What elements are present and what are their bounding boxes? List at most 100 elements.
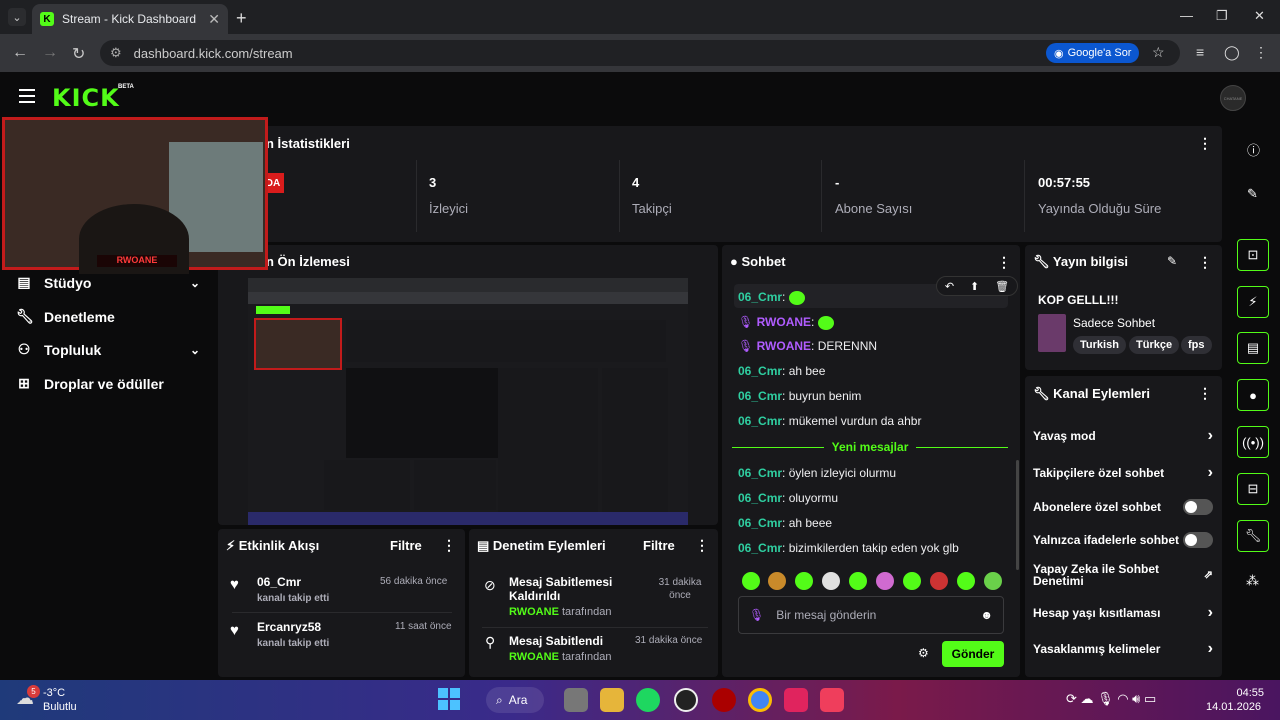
emote-icon[interactable] — [822, 572, 840, 590]
close-window-icon[interactable]: ✕ — [1254, 8, 1265, 24]
activity-menu-icon[interactable]: ⋮ — [442, 537, 456, 554]
emote-icon[interactable] — [903, 572, 921, 590]
info-icon[interactable]: ⓘ — [1247, 140, 1260, 159]
spotify-icon[interactable] — [636, 688, 660, 712]
slow-mode-row[interactable]: Yavaş mod › — [1033, 427, 1213, 445]
screenshot-icon[interactable]: ⊡ — [1237, 239, 1269, 271]
chat-username[interactable]: RWOANE — [757, 315, 811, 329]
tray-icons[interactable]: ⟳ ☁ 🎙︎ ◠ 🔊︎ ▭ — [1066, 691, 1156, 707]
sidebar-item-drops[interactable]: ⊞ Droplar ve ödüller — [16, 375, 200, 392]
moderator-name[interactable]: RWOANE — [509, 606, 559, 618]
sidebar-item-studio[interactable]: ▤ Stüdyo ⌄ — [16, 274, 200, 291]
browser-tab[interactable]: K Stream - Kick Dashboard ✕ — [32, 4, 228, 34]
chat-username[interactable]: 06_Cmr — [738, 414, 782, 428]
category-thumbnail[interactable] — [1038, 314, 1066, 352]
activity-user[interactable]: Ercanryz58 — [257, 620, 321, 634]
hamburger-menu-icon[interactable] — [19, 89, 35, 103]
chat-username[interactable]: 06_Cmr — [738, 364, 782, 378]
chat-username[interactable]: 06_Cmr — [738, 541, 782, 555]
chat-username[interactable]: 06_Cmr — [738, 466, 782, 480]
clock-time[interactable]: 04:55 — [1228, 687, 1264, 699]
chat-message[interactable]: 06_Cmr: — [738, 290, 805, 305]
activity-filter-button[interactable]: Filtre — [390, 538, 422, 553]
clock-date[interactable]: 14.01.2026 — [1206, 701, 1261, 713]
community-icon[interactable]: ⁂ — [1246, 573, 1259, 589]
moderation-menu-icon[interactable]: ⋮ — [695, 537, 709, 554]
layout-icon[interactable]: ⊟ — [1237, 473, 1269, 505]
tag-chip[interactable]: Turkish — [1073, 336, 1126, 354]
new-tab-icon[interactable]: + — [236, 8, 247, 29]
followers-only-row[interactable]: Takipçilere özel sohbet › — [1033, 464, 1213, 482]
chat-settings-gear-icon[interactable]: ⚙ — [918, 646, 929, 660]
chat-bubble-icon[interactable]: ● — [1237, 379, 1269, 411]
bolt-icon[interactable]: ⚡︎ — [1237, 286, 1269, 318]
chat-username[interactable]: RWOANE — [757, 339, 811, 353]
minimize-icon[interactable]: — — [1180, 8, 1193, 23]
restore-icon[interactable]: ❐ — [1216, 8, 1228, 24]
subscribers-only-toggle[interactable] — [1183, 499, 1213, 515]
chat-input[interactable]: 🎙︎ Bir mesaj gönderin ☻ — [738, 596, 1004, 634]
opera-icon[interactable] — [712, 688, 736, 712]
new-messages-divider[interactable]: Yeni mesajlar — [732, 440, 1008, 454]
obs-icon[interactable] — [674, 688, 698, 712]
unpin-icon[interactable]: ↶ — [945, 280, 954, 293]
emote-icon[interactable] — [742, 572, 760, 590]
task-view-icon[interactable] — [564, 688, 588, 712]
close-tab-icon[interactable]: ✕ — [208, 11, 220, 28]
tag-chip[interactable]: Türkçe — [1129, 336, 1180, 354]
chat-username[interactable]: 06_Cmr — [738, 491, 782, 505]
delete-icon[interactable]: 🗑︎ — [995, 280, 1009, 293]
activity-user[interactable]: 06_Cmr — [257, 575, 301, 589]
google-sor-button[interactable]: ◉ Google'a Sor — [1046, 43, 1140, 63]
broadcast-icon[interactable]: ((•)) — [1237, 426, 1269, 458]
app-icon[interactable] — [784, 688, 808, 712]
chat-message[interactable]: 06_Cmr: ah beee — [738, 516, 832, 530]
chat-message[interactable]: 🎙︎ RWOANE: DERENNN — [738, 339, 877, 353]
send-button[interactable]: Gönder — [942, 641, 1004, 667]
sidebar-item-moderation[interactable]: 🔧︎ Denetleme — [16, 308, 200, 325]
chat-message[interactable]: 06_Cmr: ah bee — [738, 364, 825, 378]
chat-message[interactable]: 06_Cmr: mükemel vurdun da ahbr — [738, 414, 921, 428]
chat-message[interactable]: 06_Cmr: oluyormu — [738, 491, 838, 505]
chat-message[interactable]: 🎙︎ RWOANE: — [738, 315, 834, 330]
media-icon[interactable]: ≡ — [1196, 44, 1204, 60]
emote-only-toggle[interactable] — [1183, 532, 1213, 548]
site-settings-icon[interactable]: ⚙ — [110, 45, 122, 61]
user-avatar[interactable]: CHATANE — [1220, 85, 1246, 111]
chat-message[interactable]: 06_Cmr: öylen izleyici olurmu — [738, 466, 896, 480]
ai-moderation-row[interactable]: Yapay Zeka ile Sohbet Denetimi ⇗ — [1033, 563, 1213, 587]
emote-icon[interactable] — [984, 572, 1002, 590]
emote-icon[interactable] — [876, 572, 894, 590]
edit-pencil-icon[interactable]: ✎ — [1167, 254, 1177, 268]
chrome-icon[interactable] — [748, 688, 772, 712]
chat-message[interactable]: 06_Cmr: buyrun benim — [738, 389, 861, 403]
emote-icon[interactable] — [768, 572, 786, 590]
tab-list-chevron-icon[interactable]: ⌄ — [8, 8, 26, 26]
back-icon[interactable]: ← — [12, 44, 28, 62]
emote-icon[interactable] — [795, 572, 813, 590]
file-explorer-icon[interactable] — [600, 688, 624, 712]
stream-info-menu-icon[interactable]: ⋮ — [1198, 254, 1212, 271]
document-icon[interactable]: ▤ — [1237, 332, 1269, 364]
tag-chip[interactable]: fps — [1181, 336, 1212, 354]
chat-username[interactable]: 06_Cmr — [738, 516, 782, 530]
chat-username[interactable]: 06_Cmr — [738, 290, 782, 304]
moderation-filter-button[interactable]: Filtre — [643, 538, 675, 553]
sidebar-item-community[interactable]: ⚇ Topluluk ⌄ — [16, 341, 200, 358]
pin-icon[interactable]: ⬆ — [970, 280, 979, 293]
chat-username[interactable]: 06_Cmr — [738, 389, 782, 403]
banned-words-row[interactable]: Yasaklanmış kelimeler › — [1033, 640, 1213, 658]
forward-icon[interactable]: → — [42, 44, 58, 62]
stats-menu-icon[interactable]: ⋮ — [1198, 135, 1212, 152]
emote-icon[interactable] — [957, 572, 975, 590]
windows-start-icon[interactable] — [438, 688, 460, 710]
emote-icon[interactable] — [849, 572, 867, 590]
channel-actions-menu-icon[interactable]: ⋮ — [1198, 385, 1212, 402]
taskbar-search[interactable]: ⌕ Ara — [486, 687, 544, 713]
category-name[interactable]: Sadece Sohbet — [1073, 316, 1155, 330]
chat-menu-icon[interactable]: ⋮ — [997, 254, 1011, 271]
menu-kebab-icon[interactable]: ⋮ — [1254, 44, 1268, 61]
kick-logo[interactable]: KICK — [52, 84, 120, 112]
chat-message[interactable]: 06_Cmr: bizimkilerden takip eden yok glb — [738, 541, 959, 555]
stream-preview-video[interactable] — [248, 278, 688, 525]
